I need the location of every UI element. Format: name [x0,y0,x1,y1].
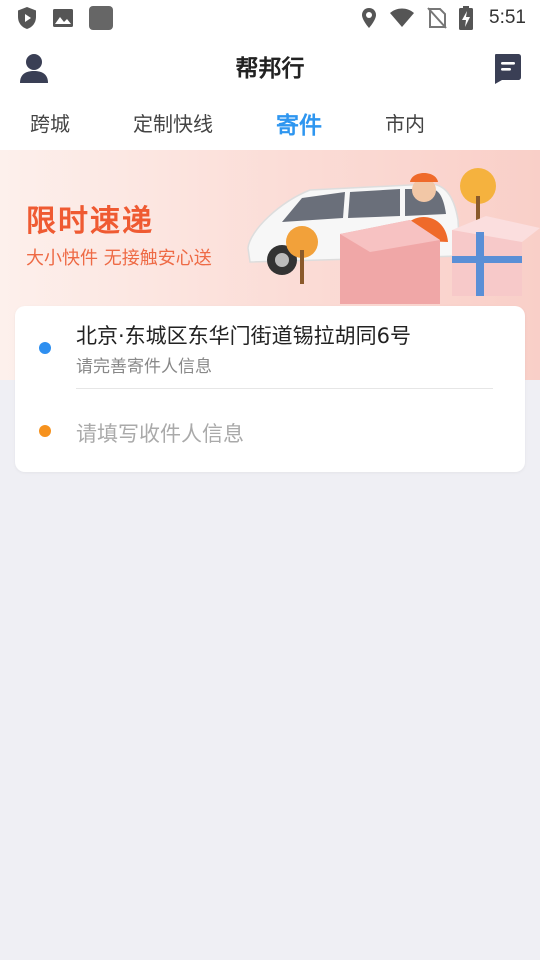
card-divider [76,388,493,389]
sender-dot-icon [39,342,51,354]
wifi-icon [390,8,415,27]
tab-in-city[interactable]: 市内 [385,108,425,137]
address-card: 北京·东城区东华门街道锡拉胡同6号 请完善寄件人信息 请填写收件人信息 [15,306,525,472]
page-title: 帮邦行 [235,56,305,82]
tab-send-package[interactable]: 寄件 [276,106,322,140]
receiver-dot-icon [39,425,51,437]
banner-subtitle: 大小快件 无接触安心送 [26,248,212,269]
status-time: 5:51 [489,7,526,28]
status-bar: 5:51 [0,0,540,36]
app-header: 帮邦行 [0,36,540,96]
image-icon [53,9,73,27]
banner-title: 限时速递 [26,204,154,239]
receiver-info-field[interactable]: 请填写收件人信息 [76,418,244,448]
sender-address[interactable]: 北京·东城区东华门街道锡拉胡同6号 [76,320,411,350]
sender-info-hint[interactable]: 请完善寄件人信息 [76,352,212,377]
shield-play-icon [18,7,36,29]
battery-charging-icon [459,6,474,30]
banner-illustration [247,168,540,304]
tab-custom-express[interactable]: 定制快线 [133,108,213,137]
tab-intercity[interactable]: 跨城 [30,108,70,137]
no-sim-icon [427,7,447,29]
location-icon [362,8,377,28]
user-avatar-icon[interactable] [18,52,50,88]
tab-bar: 跨城 定制快线 寄件 市内 [0,96,540,150]
message-icon[interactable] [492,52,522,88]
app-square-icon [89,6,113,30]
